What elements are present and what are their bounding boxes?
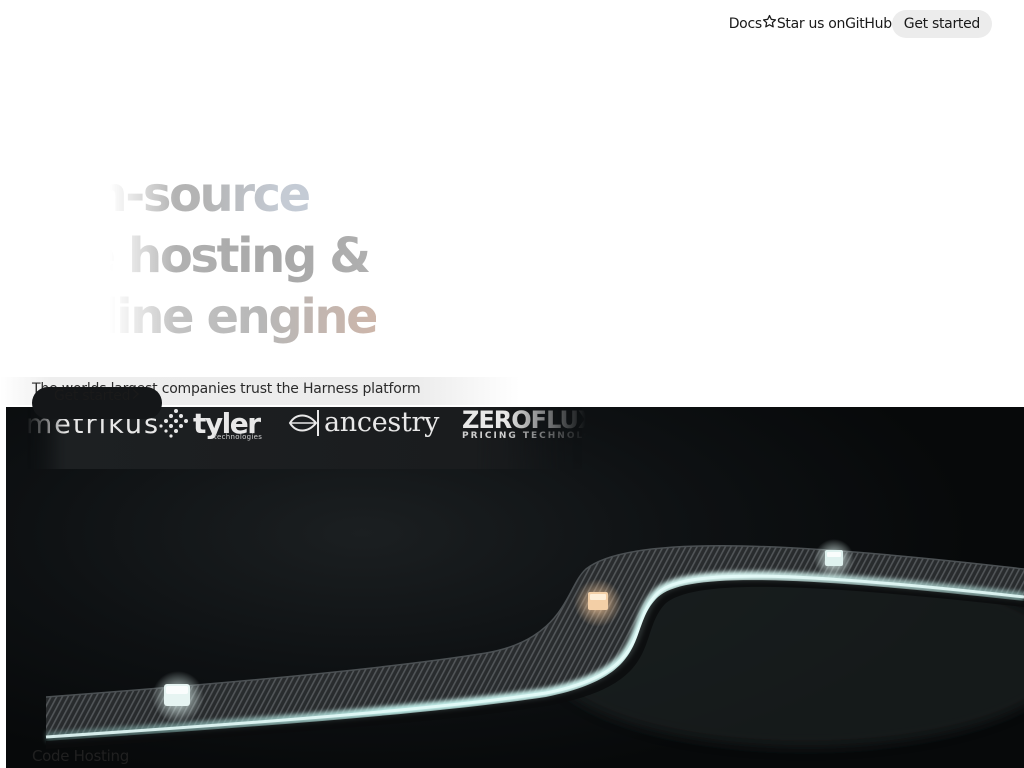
star-outline-icon (762, 14, 777, 34)
headline-line-1: Open-source (0, 165, 376, 226)
landing-page: Docs Star us on GitHub Get started Open-s… (0, 0, 1024, 768)
hero-get-started-label[interactable]: Get started (54, 388, 140, 404)
top-navigation: Docs Star us on GitHub Get started (729, 10, 992, 38)
hero-visual: metrikus tyler technologies ancestry ZER… (6, 407, 1024, 768)
hero-headline-wrapper: Open-source code hosting & pipeline engi… (0, 165, 470, 365)
hero-headline: Open-source code hosting & pipeline engi… (0, 165, 379, 348)
nav-github-text: GitHub (845, 16, 892, 32)
logo-tyler: tyler technologies (159, 407, 263, 441)
nav-get-started-button[interactable]: Get started (891, 10, 992, 38)
chevron-right-icon (130, 388, 140, 404)
nav-star-text: Star us on (776, 16, 846, 32)
logo-ancestry-name: ancestry (324, 407, 440, 438)
ancestry-leaf-icon (288, 409, 319, 436)
tyler-mark-icon (159, 409, 188, 438)
nav-github-star-link[interactable]: Star us on GitHub (762, 14, 892, 34)
headline-line-2: code hosting & (0, 226, 376, 287)
logo-tyler-sub: technologies (214, 433, 263, 441)
headline-line-3: pipeline engine (0, 287, 379, 348)
logo-ancestry: ancestry (288, 407, 439, 438)
hero-cta-text: Get started (54, 388, 131, 404)
code-hosting-section-label: Code Hosting (32, 747, 129, 765)
nav-docs-link[interactable]: Docs (729, 16, 762, 32)
